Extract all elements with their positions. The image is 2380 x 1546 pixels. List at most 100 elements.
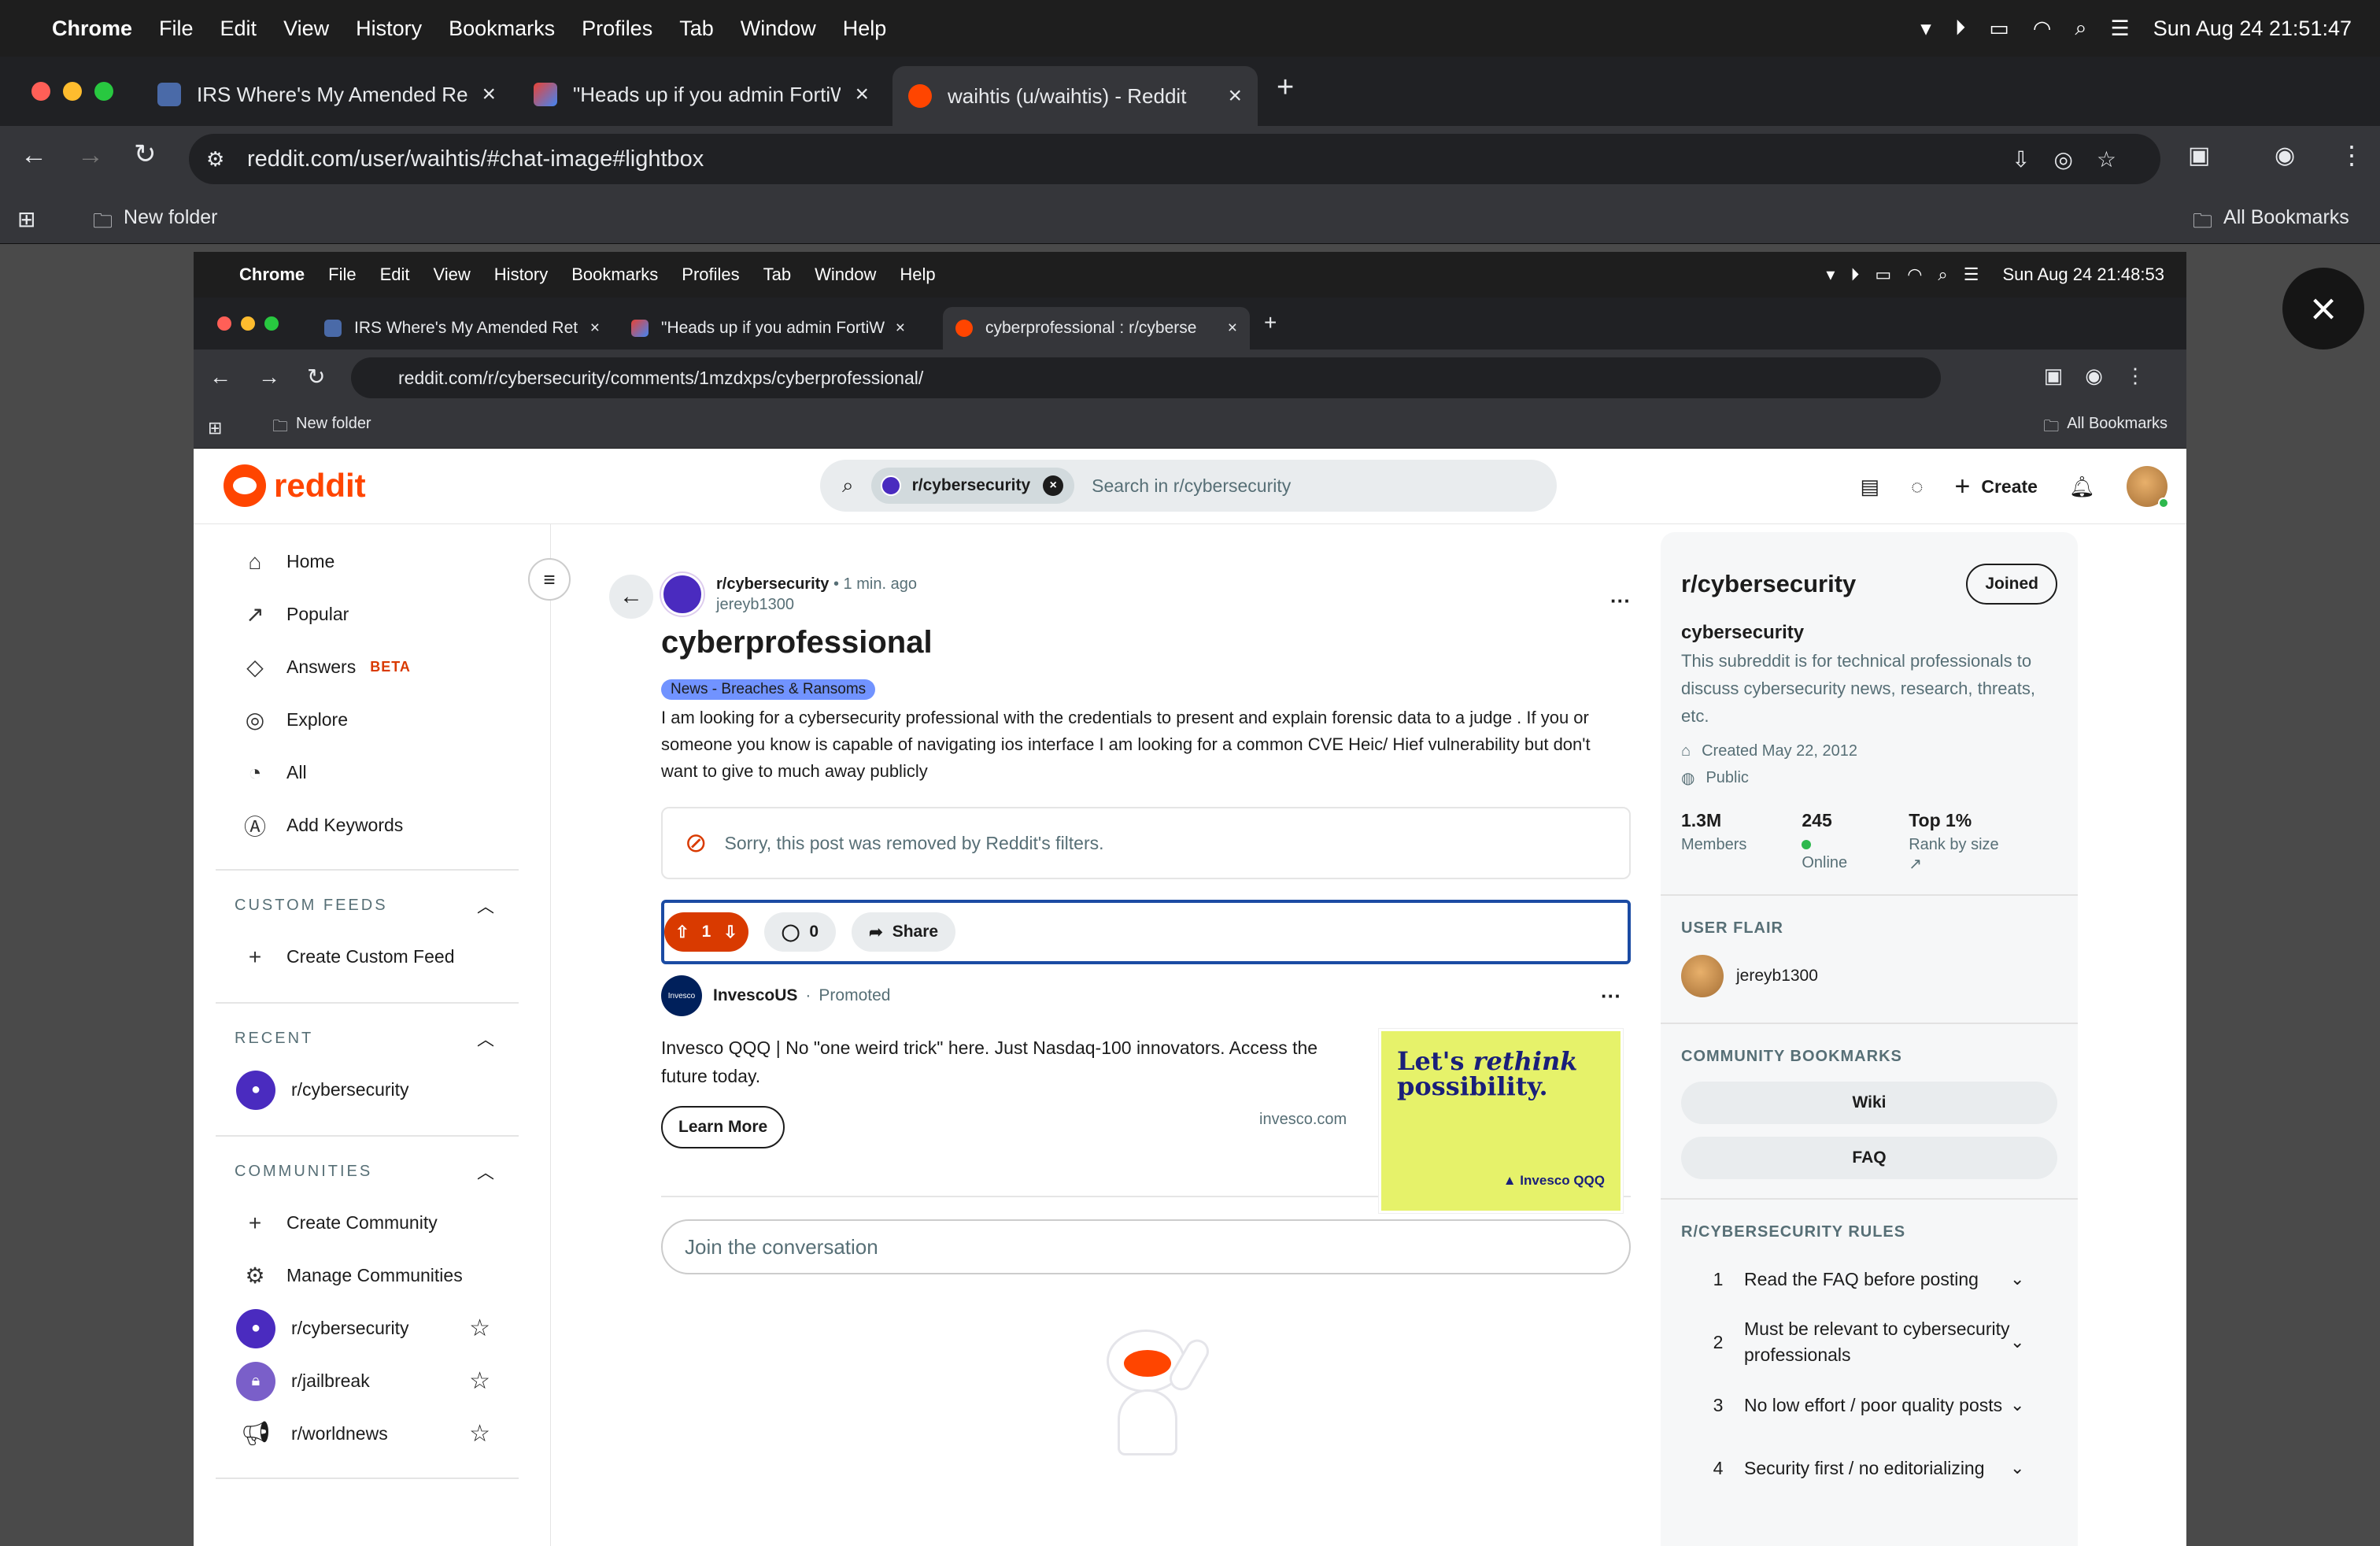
snoo-icon xyxy=(224,464,266,507)
close-tab-icon[interactable]: × xyxy=(482,81,496,108)
site-info-icon[interactable]: ⚙ xyxy=(206,147,224,172)
promoted-label: Promoted xyxy=(819,986,891,1004)
community-description: This subreddit is for technical professi… xyxy=(1681,651,2035,726)
minimize-window-button[interactable] xyxy=(63,82,82,101)
manage-communities: ⚙ Manage Communities xyxy=(194,1249,550,1302)
ad-text: Invesco QQQ | No "one weird trick" here.… xyxy=(661,1037,1318,1086)
bookmark-label: FAQ xyxy=(1852,1148,1887,1167)
play-icon[interactable]: ⏵ xyxy=(1955,16,1966,41)
menu-history[interactable]: History xyxy=(356,17,422,41)
browser-tab[interactable]: "Heads up if you admin FortiW × xyxy=(518,69,885,120)
nav-label: Add Keywords xyxy=(286,815,404,835)
new-tab-icon[interactable]: + xyxy=(1277,71,1294,105)
created-date: ⌂ Created May 22, 2012 xyxy=(1681,742,2057,760)
arrow-left-icon: ← xyxy=(619,583,643,609)
recent-item: ● r/cybersecurity xyxy=(194,1063,550,1116)
answers-icon: ◇ xyxy=(246,655,264,679)
spotlight-icon[interactable]: ⌕ xyxy=(2075,16,2086,41)
plus-icon: + xyxy=(1954,471,1971,501)
community-item: ● r/cybersecurity ☆ xyxy=(194,1302,550,1355)
menu-view[interactable]: View xyxy=(283,17,329,41)
zoom-window-button[interactable] xyxy=(94,82,113,101)
gmail-favicon-icon xyxy=(534,83,557,106)
nav-answers: ◇ Answers BETA xyxy=(194,641,550,693)
back-button: ← xyxy=(609,575,653,619)
rank-value: Top 1% xyxy=(1909,810,1972,830)
inner-url-text: reddit.com/r/cybersecurity/comments/1mzd… xyxy=(398,367,924,388)
create-post-button: + Create xyxy=(1955,472,2038,502)
address-bar[interactable]: ⚙ reddit.com/user/waihtis/#chat-image#li… xyxy=(189,134,2160,184)
visibility-text: Public xyxy=(1706,769,1749,786)
menu-tab[interactable]: Tab xyxy=(679,17,714,41)
menu-edit[interactable]: Edit xyxy=(220,17,257,41)
bookmark-folder-label: New folder xyxy=(124,206,218,228)
close-tab-icon[interactable]: × xyxy=(1228,83,1242,109)
chevron-up-icon: ︿ xyxy=(476,1163,497,1182)
members-count: 1.3M xyxy=(1681,810,1722,830)
nav-label: Create Custom Feed xyxy=(286,946,455,967)
reload-icon[interactable]: ↻ xyxy=(134,139,157,170)
comment-input: Join the conversation xyxy=(661,1219,1631,1274)
menu-profiles[interactable]: Profiles xyxy=(582,17,652,41)
community-title: r/cybersecurity xyxy=(1681,570,1857,597)
forward-icon[interactable]: → xyxy=(77,140,104,171)
chip-label: r/cybersecurity xyxy=(911,476,1031,494)
all-icon: ◔ xyxy=(248,760,262,785)
close-lightbox-button[interactable]: × xyxy=(2282,268,2364,350)
tab-title: "Heads up if you admin FortiW xyxy=(573,82,841,106)
menu-window[interactable]: Window xyxy=(741,17,816,41)
inner-tab-active: cyberprofessional : r/cyberse × xyxy=(943,307,1250,350)
wifi-icon[interactable]: ◠ xyxy=(2033,17,2052,41)
inner-menu-item: Help xyxy=(900,264,936,284)
inner-toolbar: ←→↻ reddit.com/r/cybersecurity/comments/… xyxy=(194,350,2186,408)
all-bookmarks[interactable]: 🗀 All Bookmarks xyxy=(2193,206,2349,240)
removed-notice-text: Sorry, this post was removed by Reddit's… xyxy=(724,832,1104,853)
menu-bookmarks[interactable]: Bookmarks xyxy=(449,17,555,41)
communities-header: COMMUNITIES ︿ xyxy=(194,1146,550,1196)
menu-kebab-icon[interactable]: ⋮ xyxy=(2339,140,2364,170)
popular-icon: ↗ xyxy=(246,602,264,627)
close-tab-icon[interactable]: × xyxy=(855,81,869,108)
menu-file[interactable]: File xyxy=(159,17,194,41)
inner-menu-item: Window xyxy=(815,264,877,284)
more-options-icon: ··· xyxy=(1601,983,1621,1008)
browser-tab-active[interactable]: waihtis (u/waihtis) - Reddit × xyxy=(893,66,1258,126)
community-item: 🔒︎ r/jailbreak ☆ xyxy=(194,1355,550,1407)
profile-icon[interactable]: ◉ xyxy=(2275,142,2295,169)
section-title: CUSTOM FEEDS xyxy=(235,896,388,914)
irs-favicon-icon xyxy=(157,83,181,106)
window-controls xyxy=(31,82,113,101)
control-center-icon[interactable]: ☰ xyxy=(2111,17,2130,41)
menu-app-name[interactable]: Chrome xyxy=(52,17,132,41)
menubar-clock[interactable]: Sun Aug 24 21:51:47 xyxy=(2153,17,2352,41)
omnibox-actions-icon[interactable]: ⇩◎☆ xyxy=(2012,146,2140,172)
rule-number: 3 xyxy=(1713,1394,1724,1415)
nav-label: r/jailbreak xyxy=(291,1370,370,1391)
subreddit-icon: ● xyxy=(236,1070,275,1110)
visibility: ◍ Public xyxy=(1681,768,2057,788)
section-title: RECENT xyxy=(235,1029,314,1047)
comment-count: 0 xyxy=(809,923,819,941)
menu-help[interactable]: Help xyxy=(843,17,887,41)
ad-image-text: possibility. xyxy=(1397,1071,1548,1101)
back-icon[interactable]: ← xyxy=(20,140,47,171)
nav-label: Answers xyxy=(286,656,357,677)
chevron-down-icon: ⌄ xyxy=(2010,1458,2025,1478)
browser-tab-bar: IRS Where's My Amended Ret × "Heads up i… xyxy=(0,57,2380,126)
tab-search-icon[interactable]: ▣ xyxy=(2188,142,2210,169)
inner-address-bar: reddit.com/r/cybersecurity/comments/1mzd… xyxy=(351,357,1941,398)
inner-bookmark-folder: New folder xyxy=(296,414,371,432)
apps-grid-icon[interactable]: ⊞ xyxy=(17,206,35,232)
close-window-button[interactable] xyxy=(31,82,50,101)
star-icon: ☆ xyxy=(469,1315,490,1341)
nav-label: Manage Communities xyxy=(286,1265,463,1285)
beta-badge: BETA xyxy=(370,659,411,675)
battery-icon[interactable]: ▭ xyxy=(1989,17,2009,41)
learn-more-button: Learn More xyxy=(661,1106,785,1148)
browser-tab[interactable]: IRS Where's My Amended Ret × xyxy=(142,69,512,120)
star-icon: ☆ xyxy=(469,1421,490,1447)
ad-image-brand-text: Invesco QQQ xyxy=(1520,1173,1605,1188)
bookmark-folder[interactable]: 🗀 New folder xyxy=(93,206,218,240)
inner-menu-item: File xyxy=(328,264,357,284)
vpn-icon[interactable]: ▾ xyxy=(1920,17,1931,41)
